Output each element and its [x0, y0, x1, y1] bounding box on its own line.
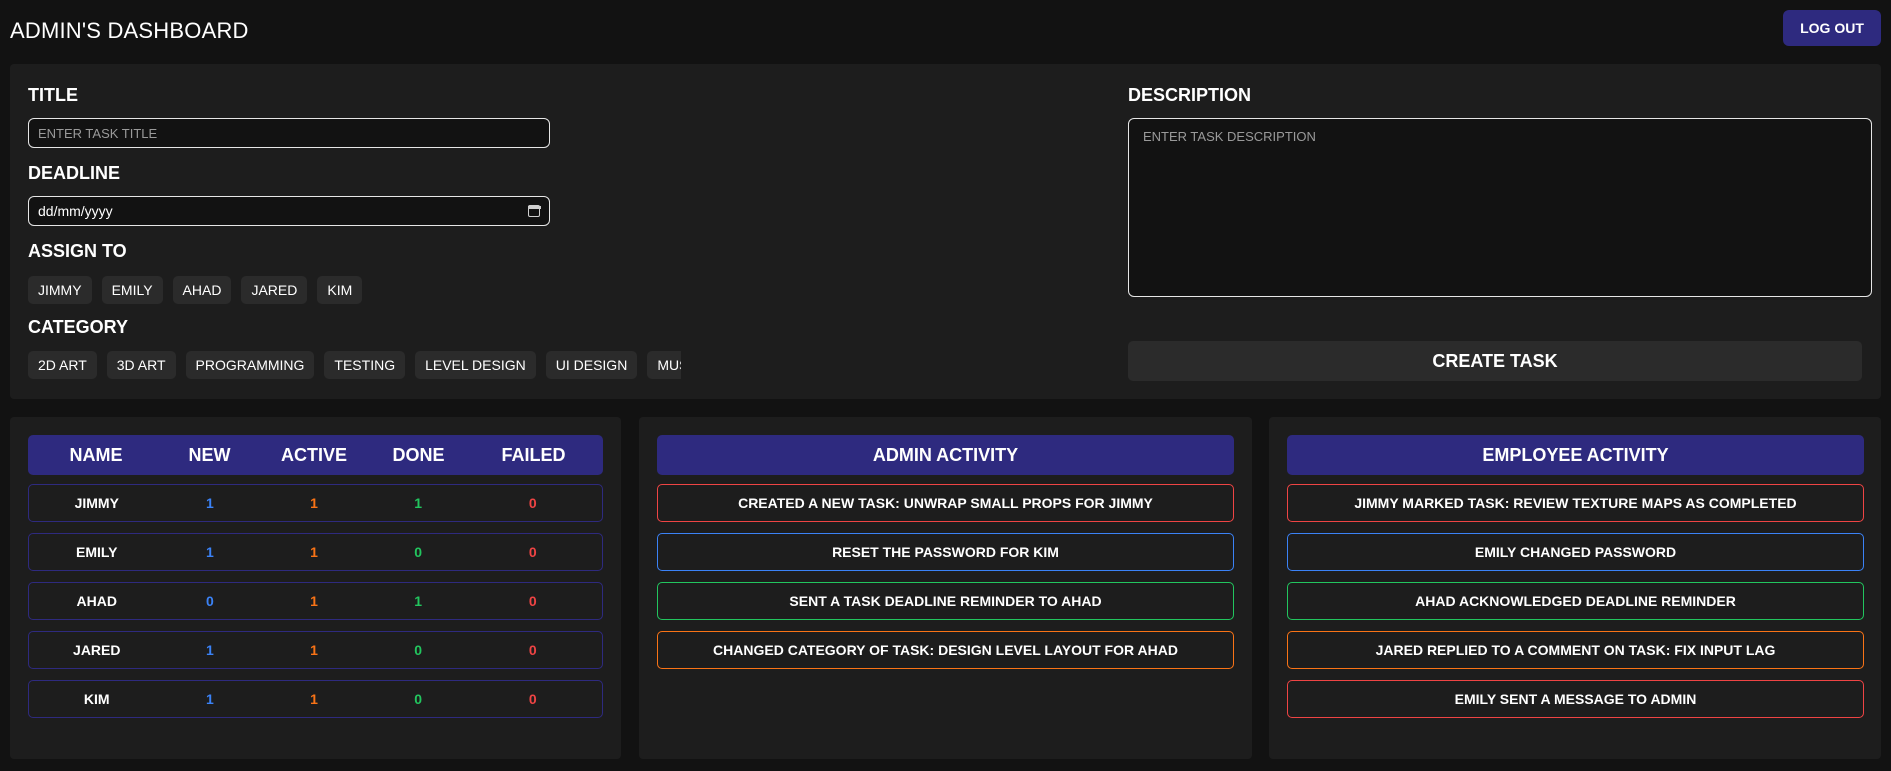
table-cell: 1 — [205, 544, 214, 560]
category-chip[interactable]: 2D ART — [28, 351, 97, 379]
table-row: JARED 1 1 0 0 — [28, 631, 603, 669]
column-header: NAME — [69, 444, 123, 465]
assignee-chip[interactable]: EMILY — [101, 276, 163, 304]
table-cell: 0 — [528, 544, 537, 560]
assignee-chip[interactable]: JARED — [241, 276, 308, 304]
table-cell: 1 — [205, 691, 214, 707]
category-chip[interactable]: UI DESIGN — [545, 351, 638, 379]
table-cell: 1 — [310, 544, 318, 560]
column-header: DONE — [392, 444, 445, 465]
assignee-chip[interactable]: JIMMY — [28, 276, 92, 304]
page-title: ADMIN'S DASHBOARD — [10, 18, 249, 43]
activity-item: JIMMY MARKED TASK: REVIEW TEXTURE MAPS A… — [1287, 484, 1864, 522]
activity-item: EMILY SENT A MESSAGE TO ADMIN — [1287, 680, 1864, 718]
table-cell: 0 — [528, 495, 537, 511]
table-cell: 0 — [528, 642, 537, 658]
employee-activity-panel: EMPLOYEE ACTIVITY JIMMY MARKED TASK: REV… — [1269, 417, 1881, 759]
calendar-icon[interactable] — [527, 205, 541, 217]
table-cell: 1 — [310, 495, 318, 511]
task-title-input[interactable] — [28, 118, 550, 148]
category-chip[interactable]: MUSIC — [647, 351, 681, 379]
activity-item: CREATED A NEW TASK: UNWRAP SMALL PROPS F… — [657, 484, 1234, 522]
column-header: ACTIVE — [280, 444, 347, 465]
assignee-chip[interactable]: AHAD — [172, 276, 232, 304]
column-header: NEW — [188, 444, 231, 465]
assign-to-label: ASSIGN TO — [28, 241, 127, 261]
table-cell: 0 — [205, 593, 214, 609]
assignee-chip-list: JIMMY EMILY AHAD JARED KIM — [28, 276, 588, 304]
title-label: TITLE — [28, 85, 78, 105]
table-cell: EMILY — [76, 544, 118, 560]
table-cell: 1 — [310, 593, 318, 609]
activity-item: CHANGED CATEGORY OF TASK: DESIGN LEVEL L… — [657, 631, 1234, 669]
activity-item: RESET THE PASSWORD FOR KIM — [657, 533, 1234, 571]
table-row: JIMMY 1 1 1 0 — [28, 484, 603, 522]
table-cell: 0 — [528, 691, 537, 707]
deadline-label: DEADLINE — [28, 163, 121, 183]
deadline-date-input[interactable]: dd/mm/yyyy — [28, 196, 550, 226]
table-cell: KIM — [83, 691, 110, 707]
category-chip[interactable]: 3D ART — [106, 351, 176, 379]
table-row: KIM 1 1 0 0 — [28, 680, 603, 718]
table-cell: JIMMY — [74, 495, 119, 511]
table-row: EMILY 1 1 0 0 — [28, 533, 603, 571]
table-cell: 1 — [414, 593, 423, 609]
table-cell: AHAD — [76, 593, 117, 609]
stats-table-header: NAME NEW ACTIVE DONE FAILED — [28, 435, 603, 475]
column-header: FAILED — [501, 444, 566, 465]
deadline-value: dd/mm/yyyy — [38, 203, 113, 219]
activity-item: JARED REPLIED TO A COMMENT ON TASK: FIX … — [1287, 631, 1864, 669]
admin-activity-panel: ADMIN ACTIVITY CREATED A NEW TASK: UNWRA… — [639, 417, 1252, 759]
table-row: AHAD 0 1 1 0 — [28, 582, 603, 620]
category-chip[interactable]: TESTING — [324, 351, 406, 379]
admin-activity-title: ADMIN ACTIVITY — [657, 435, 1234, 475]
create-task-button[interactable]: CREATE TASK — [1128, 341, 1862, 381]
employee-activity-title: EMPLOYEE ACTIVITY — [1287, 435, 1864, 475]
activity-item: AHAD ACKNOWLEDGED DEADLINE REMINDER — [1287, 582, 1864, 620]
table-cell: 1 — [205, 495, 214, 511]
table-cell: JARED — [73, 642, 121, 658]
table-cell: 0 — [528, 593, 537, 609]
logout-button[interactable]: LOG OUT — [1783, 10, 1881, 46]
table-cell: 1 — [310, 691, 318, 707]
description-label: DESCRIPTION — [1128, 85, 1252, 105]
activity-item: EMILY CHANGED PASSWORD — [1287, 533, 1864, 571]
assignee-chip[interactable]: KIM — [317, 276, 363, 304]
activity-item: SENT A TASK DEADLINE REMINDER TO AHAD — [657, 582, 1234, 620]
category-chip[interactable]: LEVEL DESIGN — [415, 351, 536, 379]
table-cell: 0 — [414, 691, 423, 707]
task-description-input[interactable] — [1128, 118, 1872, 297]
category-chip[interactable]: PROGRAMMING — [185, 351, 315, 379]
category-label: CATEGORY — [28, 317, 129, 337]
category-chip-list: 2D ART 3D ART PROGRAMMING TESTING LEVEL DESI… — [28, 351, 681, 379]
table-cell: 0 — [414, 544, 423, 560]
table-cell: 1 — [205, 642, 214, 658]
table-cell: 0 — [414, 642, 423, 658]
employee-stats-panel: NAME NEW ACTIVE DONE FAILED JIMMY 1 1 1 0 EMILY 1 1… — [10, 417, 621, 759]
table-cell: 1 — [310, 642, 318, 658]
table-cell: 1 — [414, 495, 423, 511]
